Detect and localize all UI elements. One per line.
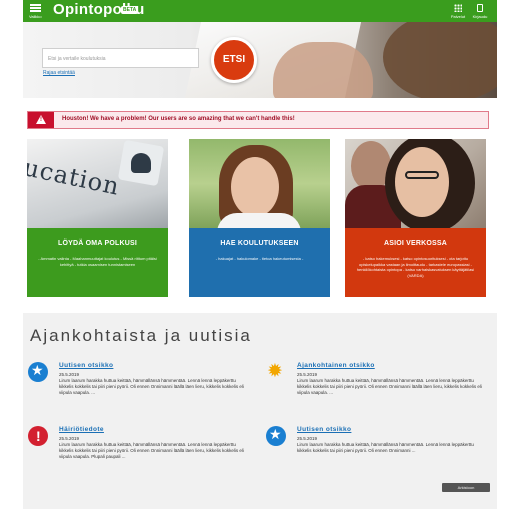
news-body: Lirum laarum harakka huttua keittää, häm…	[59, 378, 244, 395]
card-description: - Ammatin valinta - Maahanmuuttajat koul…	[38, 256, 157, 267]
news-date: 25.5.2019	[297, 372, 318, 377]
hero-person-image	[383, 22, 497, 98]
glasses	[405, 171, 439, 179]
login-label: Kirjaudu	[472, 14, 488, 19]
news-section: Ajankohtaista ja uutisia Uutisen otsikko…	[23, 313, 497, 509]
news-body: Lirum laarum harakka huttua keittää, häm…	[297, 442, 474, 453]
news-date: 25.5.2019	[59, 436, 80, 441]
hero-hand-image	[273, 42, 373, 98]
alert-banner: Houston! We have a problem! Our users ar…	[27, 111, 489, 129]
mobile-icon	[477, 4, 483, 12]
news-body: Lirum laarum harakka huttua keittää, häm…	[59, 442, 244, 459]
news-date: 25.5.2019	[59, 372, 80, 377]
star-icon	[266, 426, 286, 446]
alert-icon-box	[28, 112, 54, 128]
search-button[interactable]: ETSI	[211, 37, 257, 83]
archive-button[interactable]: Arkistoon	[442, 483, 490, 492]
student-face	[231, 157, 279, 217]
news-title-link[interactable]: Häiriötiedote	[59, 426, 104, 433]
news-heading: Ajankohtaista ja uutisia	[30, 326, 252, 345]
star-icon	[28, 362, 48, 382]
woman-face	[395, 147, 449, 217]
card-panel: ASIOI VERKOSSA - katso hakemuksesi - kat…	[345, 228, 486, 297]
hamburger-icon	[30, 4, 41, 12]
grid-icon	[454, 4, 462, 12]
sun-icon	[266, 360, 286, 382]
services-label: Palvelut	[450, 14, 466, 19]
card-online-services[interactable]: ASIOI VERKOSSA - katso hakemuksesi - kat…	[345, 139, 486, 297]
graduate-icon	[131, 153, 151, 173]
card-title[interactable]: HAE KOULUTUKSEEN	[189, 240, 330, 247]
warning-icon	[28, 426, 48, 446]
login-button[interactable]: Kirjaudu	[469, 4, 491, 19]
card-find-your-path[interactable]: ucation LÖYDÄ OMA POLKUSI - Ammatin vali…	[27, 139, 168, 297]
news-title-link[interactable]: Ajankohtainen otsikko	[297, 362, 375, 369]
search-input[interactable]: Etsi ja vertaile koulutuksia	[42, 48, 199, 68]
keyboard-word: ucation	[27, 153, 123, 201]
services-button[interactable]: Palvelut	[447, 4, 469, 19]
card-apply[interactable]: HAE KOULUTUKSEEN - hakuajat - hakulomake…	[189, 139, 330, 297]
card-panel: HAE KOULUTUKSEEN - hakuajat - hakulomake…	[189, 228, 330, 297]
card-description: - katso hakemuksesi - katso opintosuorit…	[356, 256, 475, 278]
news-body: Lirum laarum harakka huttua keittää, häm…	[297, 378, 482, 395]
advanced-search-link[interactable]: Rajaa etsintää	[43, 70, 75, 76]
top-navigation-bar: Valikko Opintopolku BETA Palvelut Kirjau…	[23, 0, 497, 22]
warning-icon	[36, 115, 46, 124]
student-shirt	[217, 213, 301, 228]
menu-label: Valikko	[29, 14, 42, 19]
card-student-image	[189, 139, 330, 228]
card-keyboard-image: ucation	[27, 139, 168, 228]
news-date: 25.5.2019	[297, 436, 318, 441]
beta-badge: BETA	[121, 6, 139, 14]
news-title-link[interactable]: Uutisen otsikko	[297, 426, 351, 433]
card-title[interactable]: ASIOI VERKOSSA	[345, 240, 486, 247]
card-description: - hakuajat - hakulomake - tietoa hakeutu…	[215, 256, 304, 261]
card-title[interactable]: LÖYDÄ OMA POLKUSI	[27, 240, 168, 247]
menu-button[interactable]: Valikko	[29, 2, 43, 20]
card-panel: LÖYDÄ OMA POLKUSI - Ammatin valinta - Ma…	[27, 228, 168, 297]
card-people-image	[345, 139, 486, 228]
alert-text: Houston! We have a problem! Our users ar…	[62, 116, 295, 122]
news-title-link[interactable]: Uutisen otsikko	[59, 362, 113, 369]
